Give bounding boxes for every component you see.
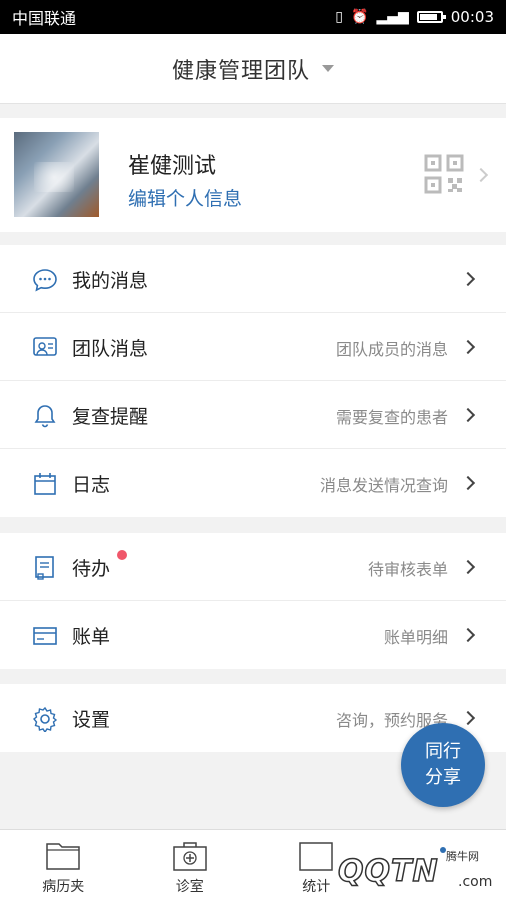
tab-label: 诊室 [175, 879, 204, 895]
menu-item-team-messages[interactable]: 团队消息 团队成员的消息 [0, 313, 506, 381]
menu-item-hint: 账单明细 [383, 628, 448, 647]
chat-bubble-icon [33, 269, 57, 292]
avatar[interactable] [14, 132, 99, 217]
menu-item-bill[interactable]: 账单 账单明细 [0, 601, 506, 669]
team-chat-icon [33, 337, 57, 356]
status-bar: 中国联通 ▯ ⏰ ▂▄▆ 00:03 [0, 0, 506, 34]
menu-item-log[interactable]: 日志 消息发送情况查询 [0, 449, 506, 517]
watermark-text: QQTN [337, 853, 439, 890]
menu-item-todo[interactable]: 待办 待审核表单 [0, 533, 506, 601]
chevron-right-icon [473, 167, 489, 183]
team-selector[interactable]: 健康管理团队 [0, 34, 506, 104]
menu-item-hint: 待审核表单 [367, 560, 448, 579]
medical-kit-icon [173, 842, 207, 871]
menu-item-my-messages[interactable]: 我的消息 [0, 245, 506, 313]
tab-clinic[interactable]: 诊室 [127, 830, 254, 900]
fab-line2: 分享 [425, 767, 461, 788]
menu-item-label: 我的消息 [72, 270, 149, 292]
signal-icon: ▂▄▆ [376, 9, 409, 25]
alarm-icon: ⏰ [351, 9, 369, 25]
menu-group-messages: 我的消息 团队消息 团队成员的消息 复查提醒 需要复查的患者 日志 消息发送情况… [0, 245, 506, 517]
chevron-right-icon [460, 271, 476, 287]
menu-item-label: 待办 [72, 558, 111, 580]
caret-down-icon [322, 65, 334, 72]
chevron-right-icon [460, 559, 476, 575]
profile-name: 崔健测试 [128, 154, 217, 179]
carrier-label: 中国联通 [12, 9, 77, 28]
watermark-logo: QQTN 腾牛网 .com [298, 840, 506, 896]
tab-label: 病历夹 [42, 879, 85, 895]
menu-item-hint: 团队成员的消息 [335, 340, 448, 359]
edit-profile-link[interactable]: 编辑个人信息 [128, 184, 242, 211]
vibrate-icon: ▯ [335, 9, 344, 25]
notification-badge [117, 550, 127, 560]
clock-label: 00:03 [450, 8, 494, 26]
watermark-small-text: 腾牛网 [446, 850, 479, 863]
card-icon [33, 627, 57, 645]
menu-item-label: 设置 [72, 709, 111, 731]
gear-icon [33, 706, 58, 732]
menu-group-tasks: 待办 待审核表单 账单 账单明细 [0, 533, 506, 669]
menu-item-label: 团队消息 [72, 338, 149, 360]
watermark-suffix: .com [458, 874, 493, 890]
bell-icon [34, 405, 56, 428]
chevron-right-icon [460, 407, 476, 423]
clipboard-icon [35, 556, 54, 580]
page-title: 健康管理团队 [171, 58, 310, 84]
menu-item-hint: 需要复查的患者 [335, 408, 448, 427]
menu-item-label: 账单 [72, 626, 111, 648]
chevron-right-icon [460, 710, 476, 726]
chevron-right-icon [460, 475, 476, 491]
menu-item-hint: 消息发送情况查询 [319, 476, 448, 495]
qr-code-icon[interactable] [424, 154, 464, 194]
profile-card[interactable]: 崔健测试 编辑个人信息 [0, 118, 506, 232]
battery-icon [416, 11, 446, 23]
chevron-right-icon [460, 627, 476, 643]
menu-item-label: 复查提醒 [72, 406, 149, 428]
chevron-right-icon [460, 339, 476, 355]
tab-records[interactable]: 病历夹 [0, 830, 127, 900]
share-fab-button[interactable]: 同行 分享 [401, 723, 485, 807]
fab-line1: 同行 [425, 741, 461, 762]
menu-item-followup-reminder[interactable]: 复查提醒 需要复查的患者 [0, 381, 506, 449]
folder-icon [46, 843, 80, 870]
menu-item-label: 日志 [72, 474, 111, 496]
status-icons: ▯ ⏰ ▂▄▆ 00:03 [335, 8, 494, 26]
calendar-icon [34, 473, 56, 495]
